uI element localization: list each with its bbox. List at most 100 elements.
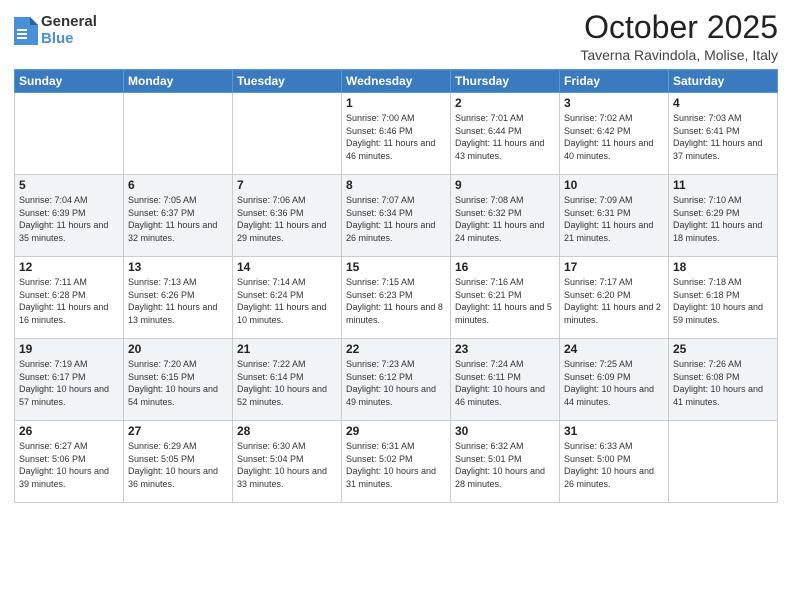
day-info: Sunrise: 7:00 AMSunset: 6:46 PMDaylight:… xyxy=(346,112,446,162)
col-wednesday: Wednesday xyxy=(342,70,451,93)
day-info: Sunrise: 7:09 AMSunset: 6:31 PMDaylight:… xyxy=(564,194,664,244)
day-number: 28 xyxy=(237,424,337,438)
table-cell: 4 Sunrise: 7:03 AMSunset: 6:41 PMDaylight… xyxy=(669,93,778,175)
calendar-row: 5Sunrise: 7:04 AMSunset: 6:39 PMDaylight… xyxy=(15,175,778,257)
calendar-row: 26 Sunrise: 6:27 AMSunset: 5:06 PMDayligh… xyxy=(15,421,778,503)
table-cell: 5Sunrise: 7:04 AMSunset: 6:39 PMDaylight… xyxy=(15,175,124,257)
table-cell: 8 Sunrise: 7:07 AMSunset: 6:34 PMDaylight… xyxy=(342,175,451,257)
calendar-row: 1 Sunrise: 7:00 AMSunset: 6:46 PMDaylight… xyxy=(15,93,778,175)
day-info: Sunrise: 6:27 AMSunset: 5:06 PMDaylight:… xyxy=(19,440,119,490)
location-subtitle: Taverna Ravindola, Molise, Italy xyxy=(580,47,778,63)
day-info: Sunrise: 7:05 AMSunset: 6:37 PMDaylight:… xyxy=(128,194,228,244)
col-sunday: Sunday xyxy=(15,70,124,93)
day-number: 10 xyxy=(564,178,664,192)
table-cell: 18 Sunrise: 7:18 AMSunset: 6:18 PMDayligh… xyxy=(669,257,778,339)
day-number: 31 xyxy=(564,424,664,438)
calendar-row: 19 Sunrise: 7:19 AMSunset: 6:17 PMDayligh… xyxy=(15,339,778,421)
table-cell: 28 Sunrise: 6:30 AMSunset: 5:04 PMDayligh… xyxy=(233,421,342,503)
day-info: Sunrise: 6:30 AMSunset: 5:04 PMDaylight:… xyxy=(237,440,337,490)
table-cell: 14Sunrise: 7:14 AMSunset: 6:24 PMDayligh… xyxy=(233,257,342,339)
month-title: October 2025 xyxy=(580,10,778,45)
day-number: 25 xyxy=(673,342,773,356)
table-cell: 9 Sunrise: 7:08 AMSunset: 6:32 PMDaylight… xyxy=(451,175,560,257)
table-cell: 26 Sunrise: 6:27 AMSunset: 5:06 PMDayligh… xyxy=(15,421,124,503)
day-number: 23 xyxy=(455,342,555,356)
logo-blue-text: Blue xyxy=(41,31,97,48)
day-number: 7 xyxy=(237,178,337,192)
table-cell: 1 Sunrise: 7:00 AMSunset: 6:46 PMDaylight… xyxy=(342,93,451,175)
day-info: Sunrise: 7:08 AMSunset: 6:32 PMDaylight:… xyxy=(455,194,555,244)
table-cell xyxy=(233,93,342,175)
day-number: 9 xyxy=(455,178,555,192)
col-monday: Monday xyxy=(124,70,233,93)
day-info: Sunrise: 7:01 AMSunset: 6:44 PMDaylight:… xyxy=(455,112,555,162)
table-cell xyxy=(669,421,778,503)
logo-text: General Blue xyxy=(41,14,97,47)
table-cell: 31Sunrise: 6:33 AMSunset: 5:00 PMDayligh… xyxy=(560,421,669,503)
day-info: Sunrise: 7:10 AMSunset: 6:29 PMDaylight:… xyxy=(673,194,773,244)
day-info: Sunrise: 7:18 AMSunset: 6:18 PMDaylight:… xyxy=(673,276,773,326)
day-number: 2 xyxy=(455,96,555,110)
calendar: Sunday Monday Tuesday Wednesday Thursday… xyxy=(14,69,778,503)
day-number: 16 xyxy=(455,260,555,274)
logo-icon xyxy=(14,17,38,45)
table-cell: 21 Sunrise: 7:22 AMSunset: 6:14 PMDayligh… xyxy=(233,339,342,421)
table-cell: 25 Sunrise: 7:26 AMSunset: 6:08 PMDayligh… xyxy=(669,339,778,421)
day-info: Sunrise: 7:25 AMSunset: 6:09 PMDaylight:… xyxy=(564,358,664,408)
day-info: Sunrise: 7:06 AMSunset: 6:36 PMDaylight:… xyxy=(237,194,337,244)
day-info: Sunrise: 7:26 AMSunset: 6:08 PMDaylight:… xyxy=(673,358,773,408)
day-info: Sunrise: 7:07 AMSunset: 6:34 PMDaylight:… xyxy=(346,194,446,244)
table-cell: 19 Sunrise: 7:19 AMSunset: 6:17 PMDayligh… xyxy=(15,339,124,421)
day-number: 1 xyxy=(346,96,446,110)
table-cell: 13Sunrise: 7:13 AMSunset: 6:26 PMDayligh… xyxy=(124,257,233,339)
day-info: Sunrise: 7:19 AMSunset: 6:17 PMDaylight:… xyxy=(19,358,119,408)
day-number: 12 xyxy=(19,260,119,274)
table-cell: 2 Sunrise: 7:01 AMSunset: 6:44 PMDaylight… xyxy=(451,93,560,175)
table-cell: 3 Sunrise: 7:02 AMSunset: 6:42 PMDaylight… xyxy=(560,93,669,175)
day-info: Sunrise: 7:03 AMSunset: 6:41 PMDaylight:… xyxy=(673,112,773,162)
day-number: 29 xyxy=(346,424,446,438)
col-friday: Friday xyxy=(560,70,669,93)
table-cell xyxy=(124,93,233,175)
day-number: 30 xyxy=(455,424,555,438)
day-number: 17 xyxy=(564,260,664,274)
day-number: 27 xyxy=(128,424,228,438)
logo-general-text: General xyxy=(41,14,97,31)
day-number: 3 xyxy=(564,96,664,110)
day-number: 14 xyxy=(237,260,337,274)
day-number: 6 xyxy=(128,178,228,192)
day-number: 24 xyxy=(564,342,664,356)
table-cell: 22Sunrise: 7:23 AMSunset: 6:12 PMDayligh… xyxy=(342,339,451,421)
table-cell: 23 Sunrise: 7:24 AMSunset: 6:11 PMDayligh… xyxy=(451,339,560,421)
table-cell: 17 Sunrise: 7:17 AMSunset: 6:20 PMDayligh… xyxy=(560,257,669,339)
day-number: 15 xyxy=(346,260,446,274)
day-info: Sunrise: 7:02 AMSunset: 6:42 PMDaylight:… xyxy=(564,112,664,162)
table-cell: 7 Sunrise: 7:06 AMSunset: 6:36 PMDaylight… xyxy=(233,175,342,257)
table-cell: 29 Sunrise: 6:31 AMSunset: 5:02 PMDayligh… xyxy=(342,421,451,503)
table-cell: 24 Sunrise: 7:25 AMSunset: 6:09 PMDayligh… xyxy=(560,339,669,421)
day-number: 8 xyxy=(346,178,446,192)
page: General Blue October 2025 Taverna Ravind… xyxy=(0,0,792,612)
day-number: 13 xyxy=(128,260,228,274)
day-info: Sunrise: 7:04 AMSunset: 6:39 PMDaylight:… xyxy=(19,194,119,244)
day-info: Sunrise: 7:16 AMSunset: 6:21 PMDaylight:… xyxy=(455,276,555,326)
day-number: 21 xyxy=(237,342,337,356)
day-info: Sunrise: 7:22 AMSunset: 6:14 PMDaylight:… xyxy=(237,358,337,408)
day-info: Sunrise: 6:32 AMSunset: 5:01 PMDaylight:… xyxy=(455,440,555,490)
day-info: Sunrise: 6:31 AMSunset: 5:02 PMDaylight:… xyxy=(346,440,446,490)
day-number: 4 xyxy=(673,96,773,110)
day-info: Sunrise: 6:29 AMSunset: 5:05 PMDaylight:… xyxy=(128,440,228,490)
day-info: Sunrise: 7:11 AMSunset: 6:28 PMDaylight:… xyxy=(19,276,119,326)
table-cell: 16 Sunrise: 7:16 AMSunset: 6:21 PMDayligh… xyxy=(451,257,560,339)
day-number: 19 xyxy=(19,342,119,356)
day-info: Sunrise: 7:15 AMSunset: 6:23 PMDaylight:… xyxy=(346,276,446,326)
day-info: Sunrise: 7:17 AMSunset: 6:20 PMDaylight:… xyxy=(564,276,664,326)
day-number: 18 xyxy=(673,260,773,274)
day-info: Sunrise: 7:20 AMSunset: 6:15 PMDaylight:… xyxy=(128,358,228,408)
table-cell: 30 Sunrise: 6:32 AMSunset: 5:01 PMDayligh… xyxy=(451,421,560,503)
table-cell xyxy=(15,93,124,175)
calendar-header-row: Sunday Monday Tuesday Wednesday Thursday… xyxy=(15,70,778,93)
day-number: 26 xyxy=(19,424,119,438)
day-info: Sunrise: 7:24 AMSunset: 6:11 PMDaylight:… xyxy=(455,358,555,408)
table-cell: 12 Sunrise: 7:11 AMSunset: 6:28 PMDayligh… xyxy=(15,257,124,339)
